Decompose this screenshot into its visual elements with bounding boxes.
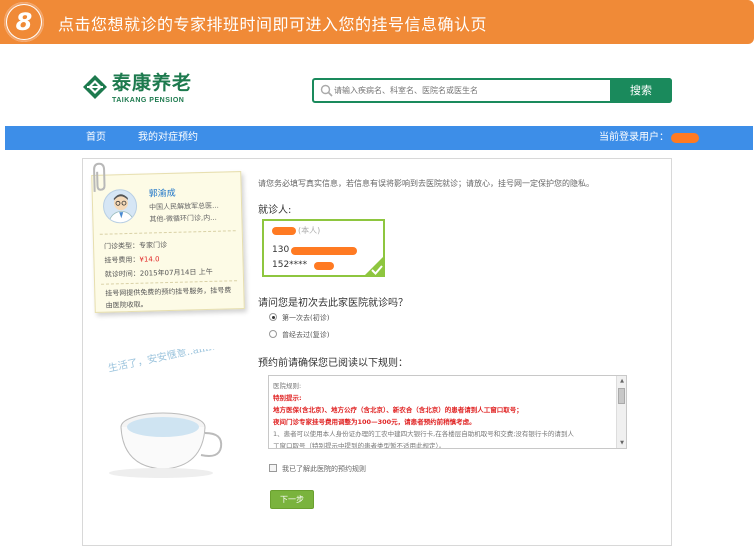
radio-return-visit[interactable] <box>269 330 277 338</box>
visit-time: 就诊时间：2015年07月14日 上午 <box>104 267 213 279</box>
scroll-down-icon[interactable]: ▼ <box>618 439 626 447</box>
search-bar: 搜索 <box>312 78 672 103</box>
option-first-visit[interactable]: 第一次去(初诊) <box>269 313 329 323</box>
rule-line: 1、患者可以使用本人身份证办理的工农中建四大银行卡,在各楼层自助机取号和交费;没… <box>273 430 574 438</box>
first-visit-question: 请问您是初次去此家医院就诊吗？ <box>258 298 408 309</box>
doctor-hospital: 中国人民解放军总医... <box>148 201 219 212</box>
rules-textarea[interactable]: 医院规则: 特别提示: 地方医保(含北京)、地方公疗（含北京）、新农合（含北京）… <box>268 375 627 449</box>
patient-phone-1-redacted <box>291 247 357 255</box>
current-user-label: 当前登录用户： <box>599 132 669 143</box>
step-banner: 8 点击您想就诊的专家排班时间即可进入您的挂号信息确认页 <box>0 0 754 44</box>
patient-label: 就诊人: <box>258 205 292 216</box>
doctor-avatar <box>102 188 138 224</box>
agree-checkbox[interactable] <box>269 464 277 472</box>
privacy-notice: 请您务必填写真实信息，若信息有误将影响到去医院就诊；请放心，挂号网一定保护您的隐… <box>258 179 594 188</box>
option-first-visit-label: 第一次去(初诊) <box>282 314 330 322</box>
patient-self-tag: (本人) <box>298 226 321 235</box>
rule-line: 夜间门诊专家挂号费用调整为100—300元，请患者预约前稍慎考虑。 <box>273 418 476 426</box>
option-return-visit[interactable]: 曾经去过(复诊) <box>269 330 329 340</box>
rule-line: 特别提示: <box>273 394 302 402</box>
step-number: 8 <box>7 5 41 39</box>
patient-phone-2-redacted <box>314 262 334 270</box>
search-input[interactable] <box>334 82 609 99</box>
agree-label: 我已了解此医院的预约规则 <box>282 465 366 473</box>
step-number-badge: 8 <box>4 2 44 42</box>
scroll-thumb[interactable] <box>618 388 625 404</box>
taikang-logo-icon <box>83 75 107 99</box>
patient-phone-1: 130 <box>272 245 290 255</box>
doctor-department: 其他-微循环门诊,内... <box>149 213 217 224</box>
nav-item-my-appointments[interactable]: 我的对症预约 <box>138 126 198 150</box>
doodle-text: 生活了，安安惬意..ahh! <box>107 349 217 375</box>
search-button[interactable]: 搜索 <box>610 78 672 103</box>
main-nav: 首页 我的对症预约 当前登录用户： <box>5 126 753 150</box>
current-user-redacted[interactable] <box>671 133 699 143</box>
rules-scrollbar[interactable]: ▲ ▼ <box>616 376 626 448</box>
option-return-visit-label: 曾经去过(复诊) <box>282 331 330 339</box>
rule-line: 工窗口取号（特别提示中提到的患者类型暂不适用此规定）。 <box>273 442 446 449</box>
doctor-name[interactable]: 郭渝成 <box>149 186 176 200</box>
next-step-button[interactable]: 下一步 <box>270 490 314 509</box>
fee-note: 挂号网提供免费的预约挂号服务，挂号费由医院收取。 <box>105 286 232 310</box>
paperclip-icon <box>93 162 106 192</box>
brand-logo[interactable]: 泰康养老 TAIKANG PENSION <box>82 70 192 110</box>
rules-title: 预约前请确保您已阅读以下规则： <box>258 358 408 369</box>
clinic-type: 门诊类型：专家门诊 <box>103 241 168 251</box>
rules-content: 医院规则: 特别提示: 地方医保(含北京)、地方公疗（含北京）、新农合（含北京）… <box>273 380 613 449</box>
patient-card[interactable]: (本人) 130 152**** <box>262 219 385 277</box>
doctor-summary-card: 郭渝成 中国人民解放军总医... 其他-微循环门诊,内... 门诊类型：专家门诊… <box>91 162 245 313</box>
booking-panel: 郭渝成 中国人民解放军总医... 其他-微循环门诊,内... 门诊类型：专家门诊… <box>82 158 672 546</box>
card-divider <box>99 230 236 235</box>
radio-first-visit[interactable] <box>269 313 277 321</box>
patient-phone-2: 152**** <box>272 260 308 270</box>
fee-value: ¥14.0 <box>139 255 160 264</box>
fee-row: 挂号费用：¥14.0 <box>104 254 159 265</box>
nav-item-home[interactable]: 首页 <box>86 126 106 150</box>
brand-name-cn: 泰康养老 <box>112 72 193 94</box>
rule-line: 地方医保(含北京)、地方公疗（含北京）、新农合（含北京）的患者请到人工窗口取号； <box>273 406 523 414</box>
teacup-illustration-icon: 生活了，安安惬意..ahh! <box>107 349 223 478</box>
patient-name-redacted <box>272 227 296 235</box>
selected-check-icon <box>363 255 385 277</box>
fee-label: 挂号费用： <box>104 255 140 265</box>
agree-rules-row[interactable]: 我已了解此医院的预约规则 <box>269 464 366 474</box>
search-icon <box>320 84 333 97</box>
brand-name-en: TAIKANG PENSION <box>112 97 185 104</box>
step-instruction: 点击您想就诊的专家排班时间即可进入您的挂号信息确认页 <box>58 15 488 34</box>
scroll-up-icon[interactable]: ▲ <box>618 377 626 385</box>
rule-line: 医院规则: <box>273 382 302 390</box>
